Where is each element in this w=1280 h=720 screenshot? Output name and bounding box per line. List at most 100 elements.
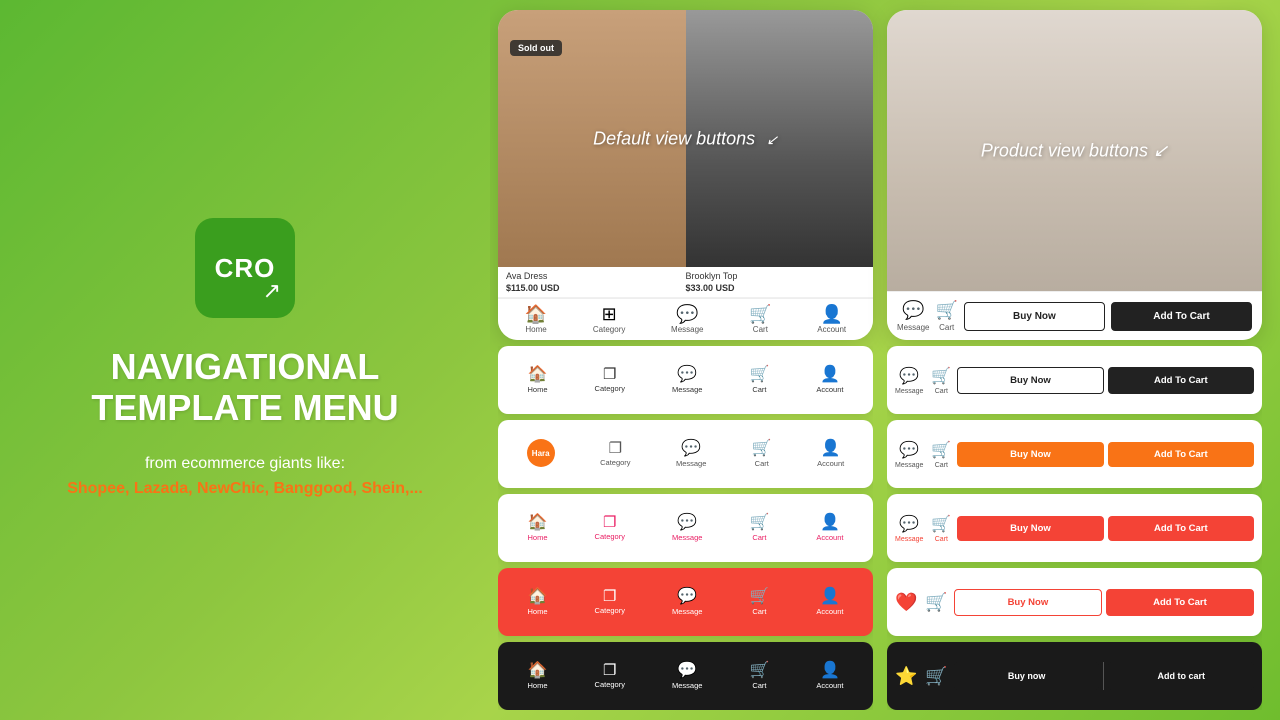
buy-now-btn-1[interactable]: Buy Now <box>957 367 1103 394</box>
pv-btns-3: Buy Now Add To Cart <box>957 516 1254 541</box>
phone-card-default: Sold out Default view buttons ↙ Ava Dres… <box>498 10 873 340</box>
nav-category-4[interactable]: ❐Category <box>595 589 625 615</box>
nav-account-2[interactable]: 👤Account <box>817 441 844 468</box>
buy-now-btn-2[interactable]: Buy Now <box>957 442 1103 467</box>
add-cart-btn-4[interactable]: Add To Cart <box>1106 589 1254 616</box>
pv-msg-3: 💬 Message <box>895 514 923 543</box>
navbar-variant-4: 🏠Home ❐Category 💬Message 🛒Cart 👤Account <box>498 568 873 636</box>
account-icon: 👤 <box>820 305 842 323</box>
cart-icon: 🛒 <box>931 366 951 386</box>
home-icon: 🏠 <box>528 663 548 679</box>
buy-now-button[interactable]: Buy Now <box>964 302 1105 331</box>
pv-icons-1: 💬 Message 🛒 Cart <box>895 366 951 395</box>
nav-category[interactable]: ⊞ Category <box>593 305 625 334</box>
product1-info: Ava Dress $115.00 USD <box>506 271 686 293</box>
category-icon: ❐ <box>609 441 622 456</box>
cart-icon: 🛒 <box>749 305 771 323</box>
message-icon: 💬 <box>899 440 919 460</box>
buy-now-btn-3[interactable]: Buy Now <box>957 516 1103 541</box>
pvbar-variant-1: 💬 Message 🛒 Cart Buy Now Add To Cart <box>887 346 1262 414</box>
navbar-variant-3: 🏠Home ❐Category 💬Message 🛒Cart 👤Account <box>498 494 873 562</box>
pv-message-icon: 💬 <box>902 300 924 321</box>
nav-account-3[interactable]: 👤Account <box>816 515 843 542</box>
message-icon: 💬 <box>677 515 697 531</box>
nav-cart-4[interactable]: 🛒Cart <box>749 589 769 616</box>
nav-home-3[interactable]: 🏠Home <box>528 515 548 542</box>
nav-message-1[interactable]: 💬Message <box>672 367 702 394</box>
category-icon: ❐ <box>603 589 616 604</box>
nav-cart[interactable]: 🛒 Cart <box>749 305 771 334</box>
add-to-cart-button[interactable]: Add To Cart <box>1111 302 1252 331</box>
pv-msg-1: 💬 Message <box>895 366 923 395</box>
nav-cart-5[interactable]: 🛒Cart <box>749 663 769 690</box>
add-cart-btn-1[interactable]: Add To Cart <box>1108 367 1254 394</box>
add-cart-btn-5[interactable]: Add to cart <box>1108 662 1254 690</box>
nav-cart-1[interactable]: 🛒Cart <box>749 367 769 394</box>
nav-cart-2[interactable]: 🛒Cart <box>752 441 772 468</box>
product-view-image: Product view buttons ↙ <box>887 10 1262 291</box>
message-icon: 💬 <box>681 441 701 457</box>
nav-message-4[interactable]: 💬Message <box>672 589 702 616</box>
nav-cart-3[interactable]: 🛒Cart <box>749 515 769 542</box>
cart-icon: 🛒 <box>749 515 769 531</box>
account-icon: 👤 <box>820 367 840 383</box>
pv-icons-5: ⭐ 🛒 <box>895 666 948 687</box>
nav-category-1[interactable]: ❐Category <box>595 367 625 393</box>
nav-home-5[interactable]: 🏠Home <box>528 663 548 690</box>
cart-icon-dark: 🛒 <box>925 666 947 687</box>
category-icon: ❐ <box>603 663 616 678</box>
cart-icon: 🛒 <box>749 367 769 383</box>
heart-icon: ❤️ <box>895 592 917 613</box>
left-navbars: 🏠Home ❐Category 💬Message 🛒Cart 👤Account … <box>498 346 873 710</box>
phone-card-images: Sold out Default view buttons ↙ <box>498 10 873 267</box>
nav-home-1[interactable]: 🏠Home <box>528 367 548 394</box>
add-cart-btn-2[interactable]: Add To Cart <box>1108 442 1254 467</box>
product-view-buttons-bar: 💬 Message 🛒 Cart Buy Now Add To Cart <box>887 291 1262 340</box>
product2-info: Brooklyn Top $33.00 USD <box>686 271 866 293</box>
nav-message-3[interactable]: 💬Message <box>672 515 702 542</box>
pv-icons-4: ❤️ 🛒 <box>895 592 948 613</box>
message-icon: 💬 <box>899 514 919 534</box>
star-icon: ⭐ <box>895 666 917 687</box>
nav-message[interactable]: 💬 Message <box>671 305 703 334</box>
arrow-icon-right: ↙ <box>1153 140 1168 160</box>
home-icon: 🏠 <box>525 305 547 323</box>
nav-message-2[interactable]: 💬Message <box>676 441 706 468</box>
add-cart-btn-3[interactable]: Add To Cart <box>1108 516 1254 541</box>
pvbar-variant-3: 💬 Message 🛒 Cart Buy Now Add To Cart <box>887 494 1262 562</box>
category-icon: ⊞ <box>602 305 617 323</box>
pv-btns-5: Buy now Add to cart <box>954 662 1254 690</box>
product-info-row: Ava Dress $115.00 USD Brooklyn Top $33.0… <box>498 267 873 298</box>
nav-home-4[interactable]: 🏠Home <box>528 589 548 616</box>
pv-btns-4: Buy Now Add To Cart <box>954 589 1254 616</box>
buy-now-btn-5[interactable]: Buy now <box>954 662 1100 690</box>
bottom-rows: 🏠Home ❐Category 💬Message 🛒Cart 👤Account … <box>498 346 1262 710</box>
nav-account[interactable]: 👤 Account <box>817 305 846 334</box>
home-icon: 🏠 <box>528 367 548 383</box>
nav-account-5[interactable]: 👤Account <box>816 663 843 690</box>
pv-btns-2: Buy Now Add To Cart <box>957 442 1254 467</box>
nav-message-5[interactable]: 💬Message <box>672 663 702 690</box>
message-icon: 💬 <box>677 367 697 383</box>
account-icon: 👤 <box>821 441 841 457</box>
buy-now-btn-4[interactable]: Buy Now <box>954 589 1102 616</box>
pvbar-variant-5: ⭐ 🛒 Buy now Add to cart <box>887 642 1262 710</box>
pv-cart-item: 🛒 Cart <box>935 300 957 332</box>
nav-category-5[interactable]: ❐Category <box>595 663 625 689</box>
nav-account-4[interactable]: 👤Account <box>816 589 843 616</box>
nav-home[interactable]: 🏠 Home <box>525 305 547 334</box>
nav-category-3[interactable]: ❐Category <box>595 515 625 541</box>
pvbar-variant-4: ❤️ 🛒 Buy Now Add To Cart <box>887 568 1262 636</box>
nav-account-1[interactable]: 👤Account <box>816 367 843 394</box>
account-icon: 👤 <box>820 515 840 531</box>
cart-icon: 🛒 <box>752 441 772 457</box>
nav-category-2[interactable]: ❐Category <box>600 441 630 467</box>
message-icon: 💬 <box>677 663 697 679</box>
nav-home-hara[interactable]: Hara <box>527 439 555 469</box>
message-icon: 💬 <box>677 589 697 605</box>
hara-logo: Hara <box>527 439 555 467</box>
pv-cart-3: 🛒 Cart <box>931 514 951 543</box>
main-title: NAVIGATIONAL TEMPLATE MENU <box>91 346 398 429</box>
account-icon: 👤 <box>820 589 840 605</box>
account-icon: 👤 <box>820 663 840 679</box>
